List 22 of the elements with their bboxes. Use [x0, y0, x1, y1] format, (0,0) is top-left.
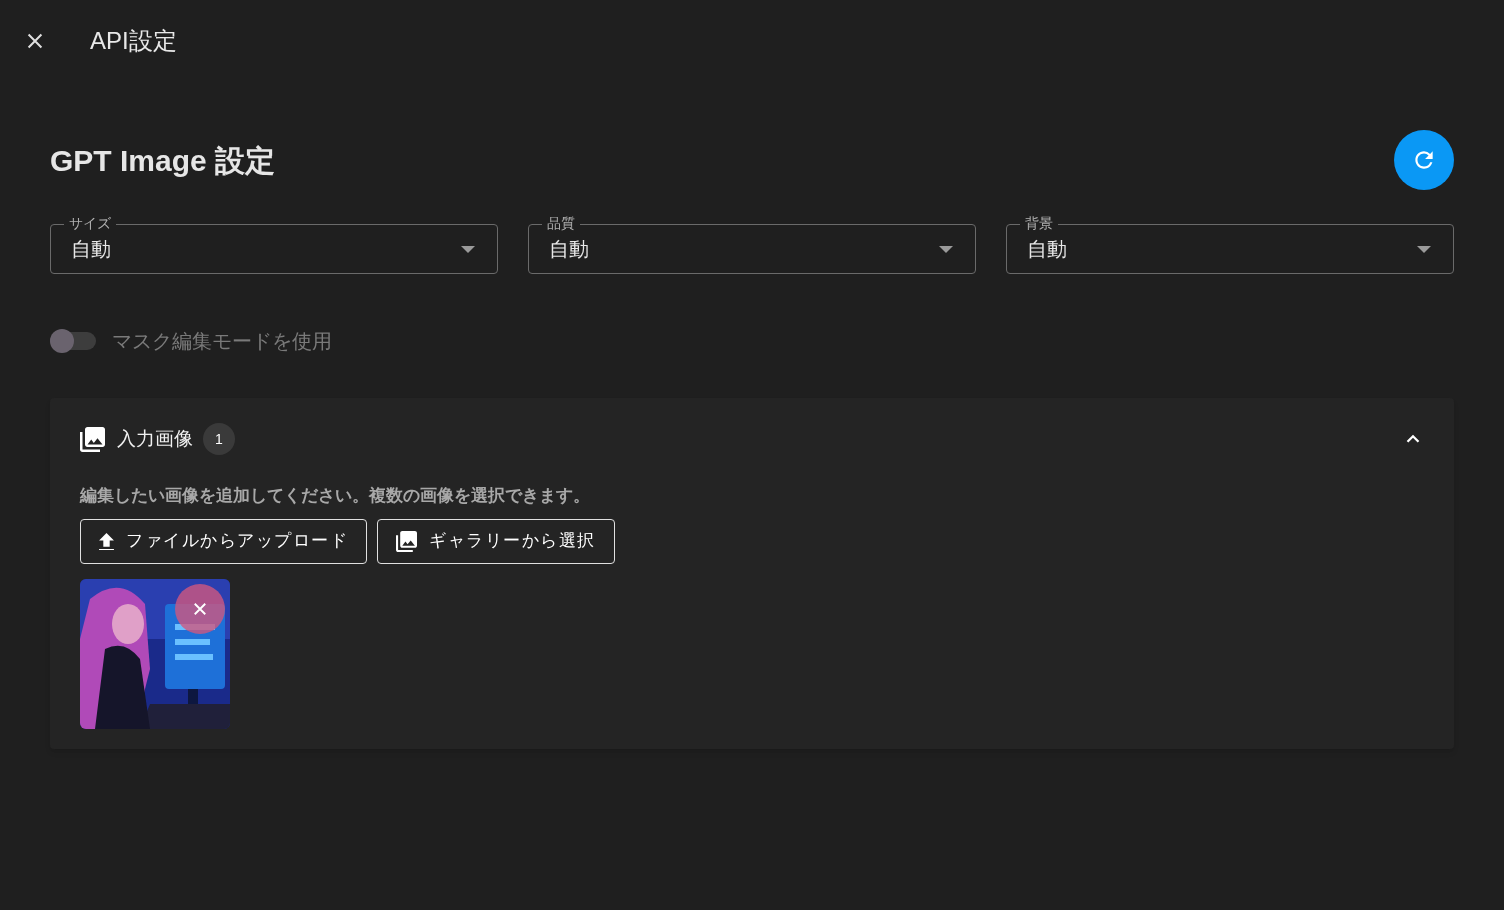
hint-text: 編集したい画像を追加してください。複数の画像を選択できます。: [80, 485, 591, 507]
toggle-label: マスク編集モードを使用: [112, 329, 332, 354]
select-value: 自動: [549, 237, 589, 262]
upload-button[interactable]: ファイルからアップロード: [80, 518, 367, 564]
section-title: GPT Image 設定: [50, 142, 276, 179]
select-value: 自動: [71, 237, 111, 262]
dropdown-caret-icon: [1417, 245, 1431, 253]
dropdown-caret-icon: [939, 245, 953, 253]
field-label: サイズ: [64, 214, 116, 232]
section-heading: 入力画像: [117, 426, 193, 451]
dropdown-caret-icon: [461, 245, 475, 253]
gallery-button[interactable]: ギャラリーから選択: [377, 518, 615, 564]
select-value: 自動: [1027, 237, 1067, 262]
field-label: 背景: [1020, 214, 1058, 232]
count-badge: 1: [203, 423, 235, 455]
accordion-header[interactable]: 入力画像 1: [50, 398, 1454, 480]
photo-library-icon: [396, 530, 417, 552]
photo-library-icon: [80, 426, 105, 452]
upload-icon: [99, 532, 114, 550]
page-title: API設定: [90, 26, 177, 56]
field-label: 品質: [542, 214, 580, 232]
refresh-button[interactable]: [1394, 130, 1454, 190]
